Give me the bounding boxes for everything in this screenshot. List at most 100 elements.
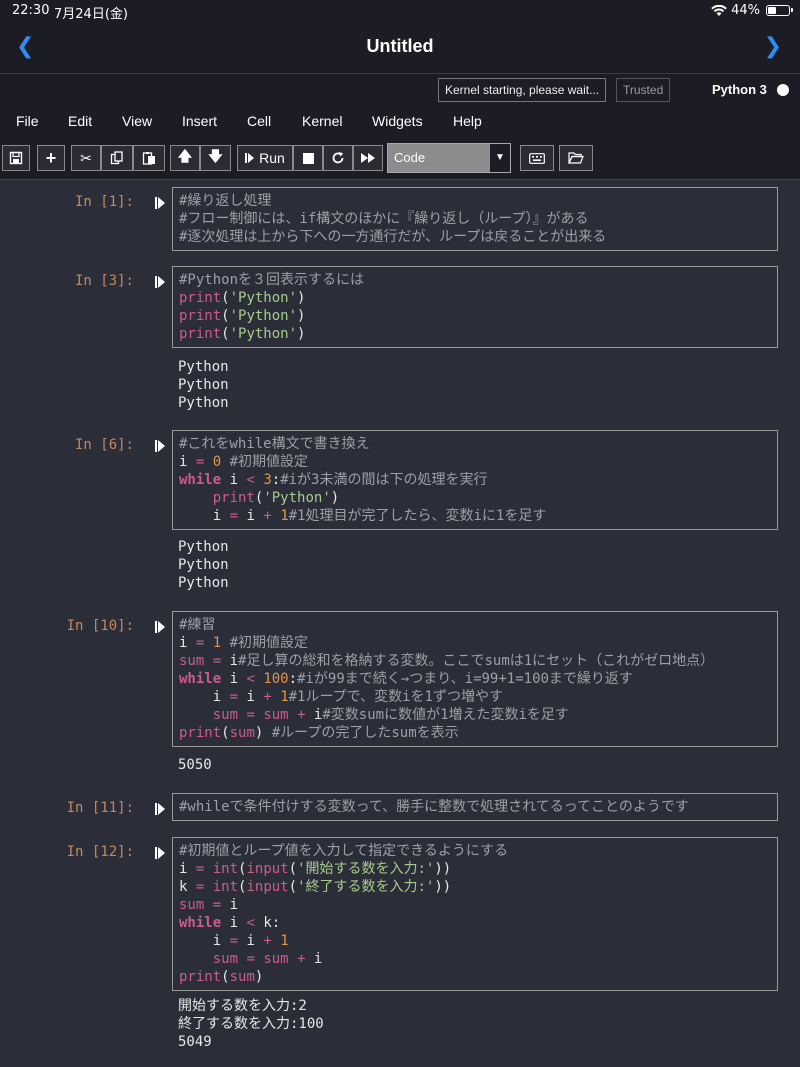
menu-help[interactable]: Help	[453, 113, 482, 129]
code-token: #iが3未満の間は下の処理を実行	[280, 472, 488, 488]
code-token: <	[246, 472, 255, 488]
code-token: input	[246, 861, 289, 877]
code-token: +	[263, 689, 272, 705]
move-down-button[interactable]: 🡇	[200, 145, 231, 171]
cell-prompt: In [10]:	[66, 618, 134, 634]
run-cell-icon[interactable]	[154, 196, 168, 210]
code-cell-input[interactable]: #whileで条件付けする変数って、勝手に整数で処理されてるってことのようです	[172, 793, 778, 821]
command-palette-button[interactable]	[520, 145, 554, 171]
run-cell-icon[interactable]	[154, 275, 168, 289]
code-cell-input[interactable]: #練習 i = 1 #初期値設定 sum = i#足し算の総和を格納する変数。ここで…	[172, 611, 778, 747]
arrow-down-icon: 🡇	[208, 148, 223, 164]
menu-kernel[interactable]: Kernel	[302, 113, 342, 129]
code-token: (	[221, 969, 230, 985]
run-cell-icon[interactable]	[154, 620, 168, 634]
chevron-right-icon[interactable]: ❯	[764, 34, 782, 59]
code-token: =	[229, 933, 239, 949]
cut-button[interactable]: ✂	[71, 145, 101, 171]
cell-output: 開始する数を入力:2 終了する数を入力:100 5049	[178, 997, 324, 1051]
code-token: sum	[179, 653, 205, 669]
code-token: ))	[434, 861, 452, 877]
menu-view[interactable]: View	[122, 113, 152, 129]
trusted-indicator[interactable]: Trusted	[616, 78, 671, 102]
output-line: 5050	[178, 757, 212, 773]
code-line: #初期値とループ値を入力して指定できるようにする	[179, 842, 771, 860]
kernel-name[interactable]: Python 3	[712, 82, 767, 97]
code-token: 'Python'	[229, 326, 298, 342]
code-line: sum = i	[179, 896, 771, 914]
code-token: '開始する数を入力:'	[297, 861, 435, 877]
paste-button[interactable]	[133, 145, 165, 171]
save-button[interactable]	[2, 145, 30, 171]
keyboard-icon	[529, 152, 545, 164]
code-token: (	[221, 290, 230, 306]
cell-type-select[interactable]: Code ▼	[387, 143, 511, 173]
open-file-button[interactable]	[559, 145, 593, 171]
code-line: print('Python')	[179, 489, 771, 507]
restart-run-all-button[interactable]	[353, 145, 383, 171]
notebook-area: In [1]: #繰り返し処理 #フロー制御には、if構文のほかに『繰り返し（ループ…	[0, 181, 800, 1067]
code-line: while i < k:	[179, 914, 771, 932]
output-line: Python	[178, 395, 229, 411]
copy-button[interactable]	[101, 145, 133, 171]
code-token: #ループの完了したsumを表示	[271, 725, 459, 741]
menu-cell[interactable]: Cell	[247, 113, 271, 129]
code-token: =	[246, 707, 255, 723]
code-cell-input[interactable]: #繰り返し処理 #フロー制御には、if構文のほかに『繰り返し（ループ）』がある #逐…	[172, 187, 778, 251]
code-token: i	[238, 689, 264, 705]
code-token: print	[179, 290, 222, 306]
code-token: :	[288, 671, 298, 687]
output-line: Python	[178, 575, 229, 591]
run-cell-icon[interactable]	[154, 802, 168, 816]
code-token: int	[212, 879, 239, 895]
insert-cell-button[interactable]: +	[37, 145, 65, 171]
code-token: #初期値とループ値を入力して指定できるようにする	[179, 843, 509, 859]
code-token: 3	[263, 472, 272, 488]
kernel-status-message: Kernel starting, please wait...	[438, 78, 607, 102]
code-line: print('Python')	[179, 325, 771, 343]
code-line: i = 0 #初期値設定	[179, 453, 771, 471]
code-cell-input[interactable]: #Pythonを３回表示するには print('Python') print('Py…	[172, 266, 778, 348]
code-token: '終了する数を入力:'	[297, 879, 435, 895]
run-button[interactable]: Run	[237, 145, 293, 171]
code-token: i	[221, 915, 247, 931]
menu-edit[interactable]: Edit	[68, 113, 92, 129]
menu-file[interactable]: File	[16, 113, 39, 129]
code-token: sum	[229, 725, 255, 741]
notebook-header: Kernel starting, please wait... Trusted …	[0, 74, 800, 106]
menu-widgets[interactable]: Widgets	[372, 113, 423, 129]
output-line: Python	[178, 377, 229, 393]
code-token: =	[212, 897, 222, 913]
triangle-down-icon: ▼	[490, 144, 510, 172]
code-token: i	[305, 707, 323, 723]
code-token: i	[179, 508, 230, 524]
code-token: #練習	[179, 617, 216, 633]
move-up-button[interactable]: 🡅	[170, 145, 200, 171]
code-line: print('Python')	[179, 307, 771, 325]
run-cell-icon[interactable]	[154, 439, 168, 453]
status-bar: 22:30 7月24日(金) 44%	[0, 0, 800, 22]
restart-button[interactable]	[323, 145, 353, 171]
code-token: print	[179, 326, 222, 342]
code-line: #whileで条件付けする変数って、勝手に整数で処理されてるってことのようです	[179, 798, 771, 816]
code-token: print	[179, 969, 222, 985]
cell-type-value: Code	[394, 150, 426, 165]
cell-prompt: In [6]:	[74, 437, 134, 453]
interrupt-button[interactable]	[293, 145, 323, 171]
menu-insert[interactable]: Insert	[182, 113, 217, 129]
menu-bar: File Edit View Insert Cell Kernel Widget…	[0, 106, 800, 138]
code-line: print(sum) #ループの完了したsumを表示	[179, 724, 771, 742]
run-cell-icon[interactable]	[154, 846, 168, 860]
code-token: #1処理目が完了したら、変数iに1を足す	[288, 508, 547, 524]
copy-icon	[110, 151, 123, 165]
code-cell-input[interactable]: #初期値とループ値を入力して指定できるようにする i = int(input('開…	[172, 837, 778, 991]
code-line: while i < 100:#iが99まで続く→つまり、i=99+1=100まで…	[179, 670, 771, 688]
code-cell-input[interactable]: #これをwhile構文で書き換え i = 0 #初期値設定 while i < 3:…	[172, 430, 778, 530]
code-token: 0	[212, 454, 222, 470]
